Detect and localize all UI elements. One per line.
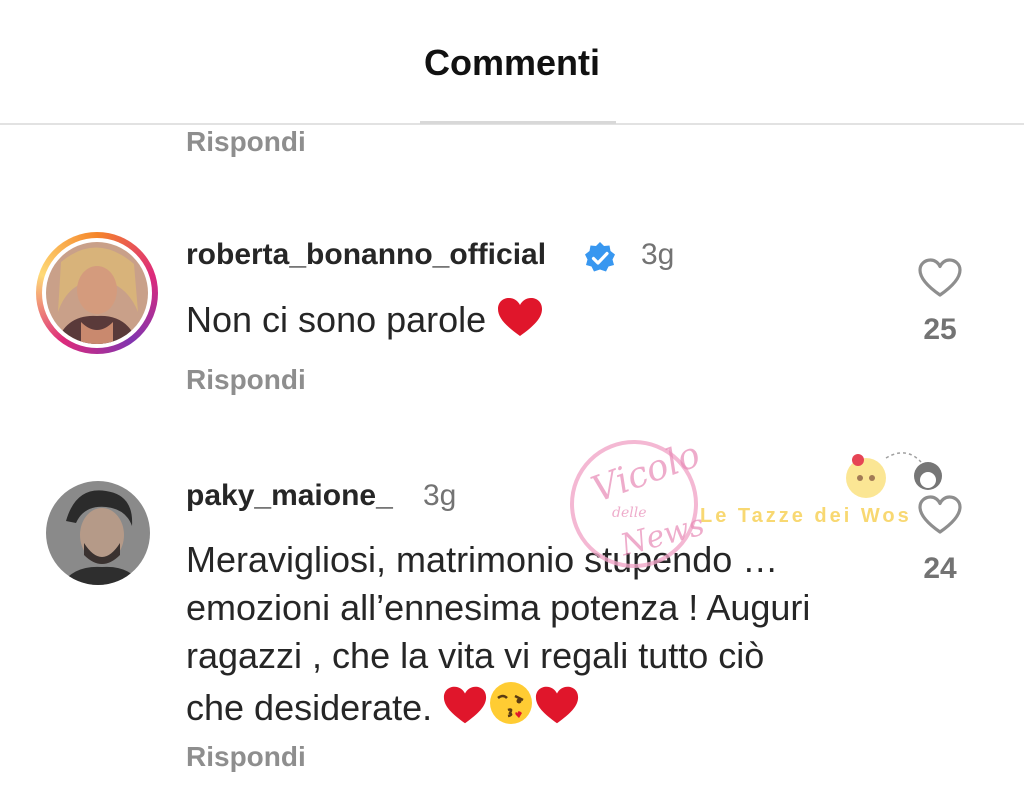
comment-text-line: che desiderate. [186, 687, 433, 728]
comment-time: 3g [641, 238, 675, 271]
avatar-roberta[interactable] [36, 232, 158, 354]
reply-button[interactable]: Rispondi [186, 364, 306, 396]
watermark-doodle-icon [846, 452, 942, 498]
red-heart-emoji-icon [498, 298, 543, 336]
watermark-banner: Le Tazze dei Wos [700, 505, 912, 527]
watermark-text: delle [612, 505, 647, 521]
comment-username[interactable]: roberta_bonanno_official [186, 238, 546, 272]
comment-text: Meravigliosi, matrimonio stupendo … emoz… [186, 536, 906, 732]
comment-text-content: Non ci sono parole [186, 299, 487, 340]
like-count: 25 [923, 313, 957, 346]
like-count: 24 [923, 552, 957, 585]
avatar-photo [46, 242, 148, 344]
like-heart-icon[interactable] [917, 257, 963, 299]
header-bar: Commenti [0, 0, 1024, 124]
comment-text-line: ragazzi , che la vita vi regali tutto ci… [186, 635, 765, 676]
comment-text-line: emozioni all’ennesima potenza ! Auguri [186, 587, 811, 628]
comment-time: 3g [423, 479, 457, 512]
comment-username[interactable]: paky_maione_ [186, 479, 393, 513]
header-divider-highlight [420, 121, 616, 124]
reply-button[interactable]: Rispondi [186, 741, 306, 773]
reply-button-previous[interactable]: Rispondi [186, 126, 306, 158]
verified-badge-icon [585, 242, 615, 272]
comment-text: Non ci sono parole [186, 296, 906, 344]
red-heart-emoji-icon [536, 686, 579, 724]
page-title: Commenti [423, 42, 600, 83]
kissing-face-emoji-icon [490, 682, 533, 724]
comment-text-line: Meravigliosi, matrimonio stupendo … [186, 539, 779, 580]
red-heart-emoji-icon [444, 686, 487, 724]
avatar-paky[interactable] [46, 481, 150, 585]
comment-text-line-last: che desiderate. [186, 680, 906, 732]
